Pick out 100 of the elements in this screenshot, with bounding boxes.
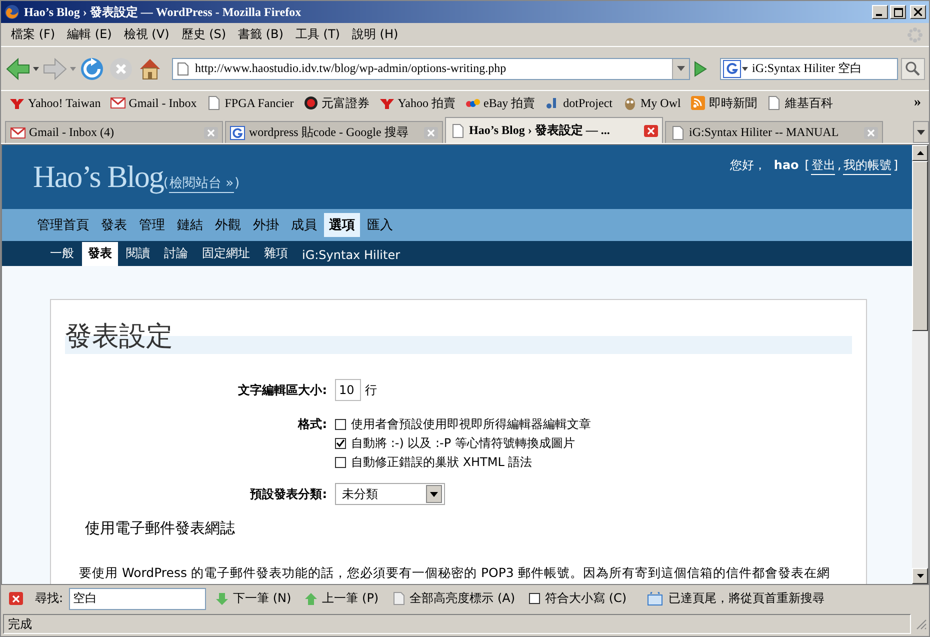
checkbox-label: 使用者會預設使用即視即所得編輯器編輯文章 (351, 416, 591, 433)
submenu-tab[interactable]: iG:Syntax Hiliter (296, 245, 406, 266)
browser-tab[interactable]: Hao’s Blog › 發表設定 — ... (445, 117, 663, 143)
browser-tab[interactable]: Gmail - Inbox (4) (5, 121, 223, 143)
bookmark-link[interactable]: 維基百科 (766, 94, 833, 112)
bookmark-link[interactable]: Yahoo 拍賣 (378, 94, 456, 112)
close-icon (427, 128, 435, 136)
admin-menu-tab[interactable]: 管理 (134, 213, 170, 237)
history-dropdown-button[interactable] (672, 58, 689, 78)
bookmark-link[interactable]: dotProject (544, 96, 612, 110)
admin-menu-tab[interactable]: 發表 (96, 213, 132, 237)
field-label: 文字編輯區大小: (237, 382, 327, 399)
submenu-tab[interactable]: 固定網址 (196, 242, 256, 266)
rows-input-field[interactable]: 10 (335, 379, 361, 401)
browser-tab[interactable]: wordpress 貼code - Google 搜尋 (225, 121, 443, 143)
section-heading: 使用電子郵件發表網誌 (85, 519, 236, 538)
admin-menu-tab[interactable]: 選項 (324, 213, 360, 237)
maximize-button[interactable] (890, 5, 906, 19)
reload-button[interactable] (79, 56, 105, 82)
tab-list-button[interactable] (913, 121, 929, 143)
admin-menu-tab[interactable]: 外掛 (248, 213, 284, 237)
minimize-button[interactable] (872, 5, 888, 19)
admin-menu-tab[interactable]: 外觀 (210, 213, 246, 237)
search-button[interactable] (901, 58, 925, 80)
bookmark-link[interactable]: eBay 拍賣 (464, 94, 536, 112)
admin-menu-tab[interactable]: 匯入 (362, 213, 398, 237)
up-arrow-icon (916, 151, 924, 155)
submenu-tab[interactable]: 發表 (82, 242, 118, 266)
close-find-bar-button[interactable] (9, 592, 23, 605)
checkbox[interactable] (335, 419, 346, 430)
resize-grip-icon (915, 618, 927, 630)
browser-tab[interactable]: iG:Syntax Hiliter -- MANUAL (665, 121, 883, 143)
caret-icon (677, 66, 685, 71)
admin-menu-tab[interactable]: 成員 (286, 213, 322, 237)
find-previous-button[interactable]: 上一筆 (P) (301, 590, 383, 607)
admin-menu-tab[interactable]: 鏈結 (172, 213, 208, 237)
scroll-down-button[interactable] (912, 568, 928, 584)
my-account-link[interactable]: 我的帳號 (843, 157, 892, 175)
checkbox-label: 自動將 :-) 以及 :-P 等心情符號轉換成圖片 (351, 435, 575, 452)
submenu-tab[interactable]: 討論 (158, 242, 194, 266)
menu-item[interactable]: 檔案 (F) (7, 26, 60, 43)
category-dropdown[interactable]: 未分類 (335, 483, 445, 505)
admin-menu-tab[interactable]: 管理首頁 (32, 213, 94, 237)
close-icon (867, 128, 875, 136)
address-field[interactable]: http://www.haostudio.idv.tw/blog/wp-admin/options-writing.php (172, 58, 690, 80)
view-site-link[interactable]: 檢閱站台 » (169, 174, 234, 193)
close-icon (12, 594, 20, 602)
mail-icon (10, 126, 26, 140)
up-arrow-icon (305, 592, 318, 604)
page-icon (670, 126, 686, 140)
menu-item[interactable]: 檢視 (V) (120, 26, 174, 43)
menu-item[interactable]: 歷史 (S) (177, 26, 230, 43)
submenu-tab[interactable]: 雜項 (258, 242, 294, 266)
scroll-up-button[interactable] (912, 145, 928, 161)
unit-text: 行 (365, 382, 377, 398)
close-icon (647, 126, 655, 134)
bookmark-link[interactable]: 元富證券 (302, 94, 370, 112)
more-bookmarks-button[interactable]: » (914, 95, 921, 111)
go-button[interactable] (693, 60, 707, 76)
menu-item[interactable]: 工具 (T) (291, 26, 344, 43)
caret-icon (917, 130, 925, 134)
scroll-thumb[interactable] (912, 161, 928, 331)
back-button[interactable] (5, 56, 39, 80)
scrollbar[interactable] (912, 145, 928, 584)
checkbox[interactable] (335, 457, 346, 468)
find-input-field[interactable]: 空白 (69, 588, 206, 610)
find-next-button[interactable]: 下一筆 (N) (212, 590, 296, 607)
username-text: hao (774, 158, 799, 172)
colored-dots-icon (464, 96, 481, 110)
page-icon (392, 592, 405, 605)
bookmark-link[interactable]: My Owl (622, 96, 681, 110)
google-icon (723, 60, 749, 78)
status-text: 完成 (3, 614, 911, 634)
bookmark-link[interactable]: 即時新聞 (690, 94, 757, 112)
reload-icon (79, 56, 105, 82)
play-arrow-icon (693, 60, 707, 76)
match-case-checkbox[interactable] (529, 593, 540, 604)
find-label: 尋找: (35, 590, 64, 607)
wrap-around-icon (646, 592, 663, 606)
submenu-tab[interactable]: 閱讀 (120, 242, 156, 266)
yahoo-logo-icon (378, 96, 395, 110)
close-button[interactable] (910, 5, 926, 19)
down-arrow-icon (216, 592, 228, 604)
menu-item[interactable]: 編輯 (E) (63, 26, 116, 43)
highlight-all-button[interactable]: 全部高亮度標示 (A) (388, 590, 520, 607)
bookmark-link[interactable]: Gmail - Inbox (110, 96, 197, 110)
checkbox[interactable] (335, 438, 346, 449)
menu-item[interactable]: 說明 (H) (348, 26, 402, 43)
logout-link[interactable]: 登出 (811, 157, 836, 175)
submenu-tab[interactable]: 一般 (44, 242, 80, 266)
find-status-text: 已達頁尾，將從頁首重新搜尋 (668, 590, 825, 607)
close-tab-button[interactable] (644, 124, 658, 136)
bookmark-link[interactable]: Yahoo! Taiwan (9, 96, 101, 110)
search-field[interactable]: iG:Syntax Hiliter 空白 (720, 58, 898, 80)
close-icon (914, 8, 922, 16)
page-icon (450, 124, 466, 138)
search-icon (905, 60, 921, 76)
menu-item[interactable]: 書籤 (B) (234, 26, 288, 43)
down-arrow-icon (916, 574, 924, 578)
bookmark-link[interactable]: FPGA Fancier (206, 96, 294, 110)
